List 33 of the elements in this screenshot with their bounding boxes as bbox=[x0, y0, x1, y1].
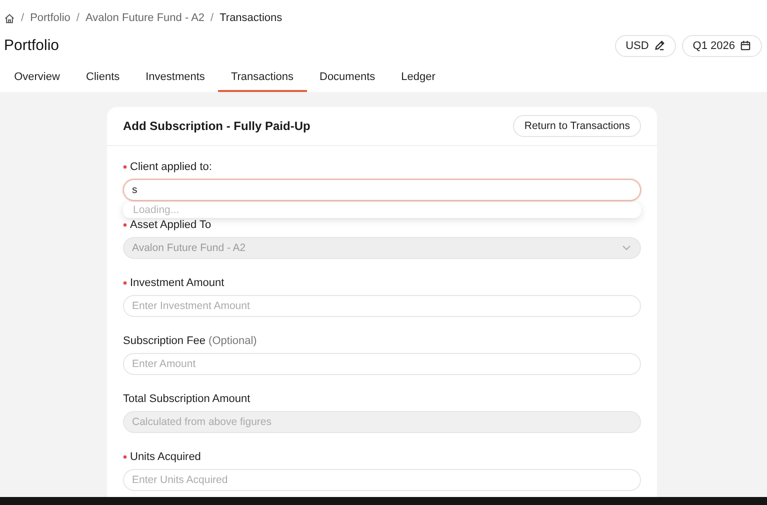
return-button[interactable]: Return to Transactions bbox=[513, 115, 641, 137]
field-label: Total Subscription Amount bbox=[123, 393, 250, 405]
input-field[interactable]: Enter Units Acquired bbox=[123, 469, 641, 491]
input-field[interactable]: Enter Investment Amount bbox=[123, 295, 641, 317]
header-button[interactable]: USD bbox=[614, 34, 676, 56]
chevron-icon bbox=[622, 245, 631, 251]
form-title: Add Subscription - Fully Paid-Up bbox=[123, 119, 310, 133]
breadcrumb-link[interactable]: Portfolio bbox=[30, 12, 70, 24]
input-field[interactable]: Enter Amount bbox=[123, 353, 641, 375]
calendar-icon bbox=[740, 40, 751, 51]
page-title: Portfolio bbox=[4, 37, 60, 54]
tab[interactable]: Overview bbox=[0, 65, 73, 92]
field-label: Subscription Fee bbox=[123, 335, 206, 347]
field-label: Investment Amount bbox=[130, 277, 224, 289]
home-icon[interactable] bbox=[4, 12, 15, 24]
input-field[interactable]: s bbox=[123, 179, 641, 201]
tab[interactable]: Investments bbox=[132, 65, 218, 92]
breadcrumb-separator: / bbox=[21, 12, 24, 24]
tab[interactable]: Documents bbox=[306, 65, 388, 92]
tab[interactable]: Clients bbox=[73, 65, 133, 92]
header-button[interactable]: Q1 2026 bbox=[682, 34, 762, 56]
optional-hint: (Optional) bbox=[208, 335, 257, 347]
field-label: Asset Applied To bbox=[130, 219, 212, 231]
breadcrumb-link[interactable]: Transactions bbox=[220, 12, 282, 24]
field-label: Client applied to: bbox=[130, 161, 212, 173]
breadcrumb-separator: / bbox=[76, 12, 80, 24]
breadcrumb-link[interactable]: Avalon Future Fund - A2 bbox=[85, 12, 205, 24]
pencil-icon bbox=[654, 40, 665, 51]
field-label: Units Acquired bbox=[130, 451, 201, 463]
tab[interactable]: Transactions bbox=[218, 65, 306, 92]
breadcrumb-separator: / bbox=[210, 12, 214, 24]
tab[interactable]: Ledger bbox=[388, 65, 448, 92]
loading-text: Loading... bbox=[133, 204, 180, 216]
